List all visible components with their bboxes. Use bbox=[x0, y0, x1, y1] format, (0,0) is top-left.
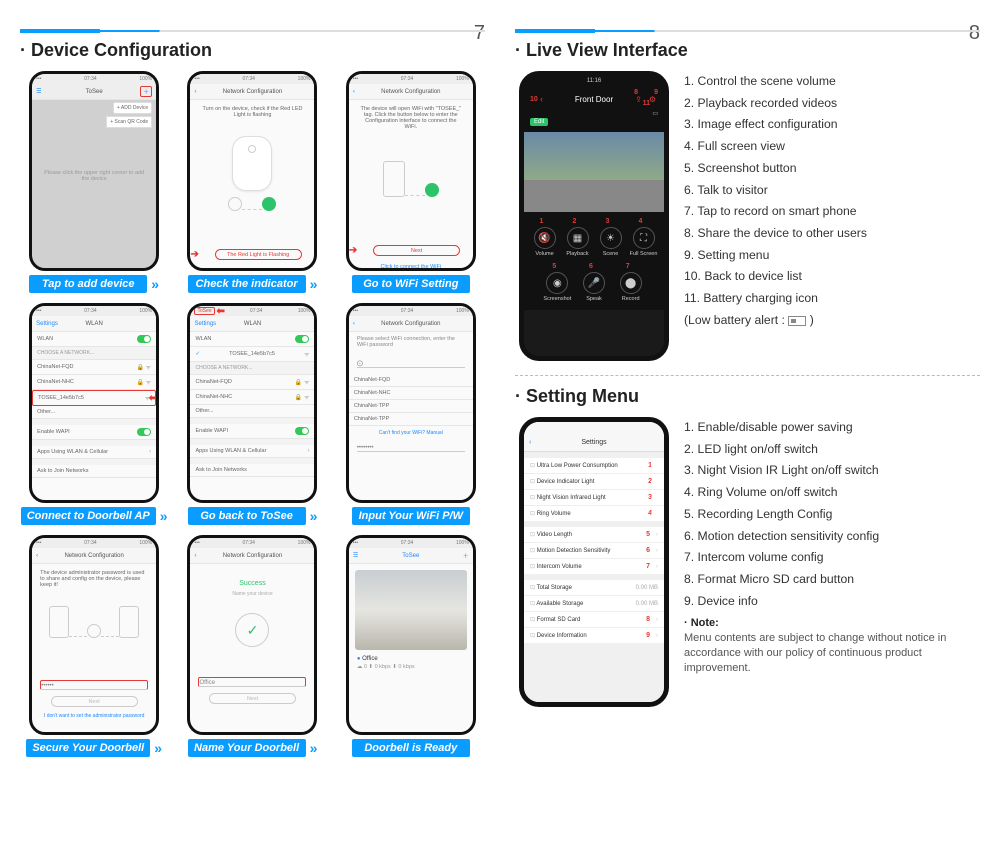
chevron-icon: » bbox=[151, 276, 159, 292]
caption: Name Your Doorbell bbox=[188, 739, 306, 757]
phone-mock: •••07:34100% ‹Network Configuration The … bbox=[346, 71, 476, 271]
live-btn: 1🔇Volume bbox=[530, 218, 559, 257]
step-4: •••07:34100% SettingsWLAN WLAN CHOOSE A … bbox=[20, 303, 168, 525]
list-item: 4. Full screen view bbox=[684, 136, 867, 158]
phone-mock: •••07:34100% ‹Network Configuration Plea… bbox=[346, 303, 476, 503]
list-item: 7. Intercom volume config bbox=[684, 547, 980, 569]
phone-mock: •••07:34100% ☰ToSee＋ ● Office ☁ 0 ⬆ 0 kb… bbox=[346, 535, 476, 735]
phone-mock: •••07:34100% ☰ToSee＋ + ADD Device + Scan… bbox=[29, 71, 159, 271]
settings-row: ⊡ Video Length5› bbox=[524, 527, 664, 543]
phone-mock: •••07:34100% SettingsWLAN WLAN CHOOSE A … bbox=[29, 303, 159, 503]
list-item: 3. Image effect configuration bbox=[684, 114, 867, 136]
caption: Connect to Doorbell AP bbox=[21, 507, 156, 525]
settings-row: ⊡ Intercom Volume7› bbox=[524, 559, 664, 574]
list-item: 2. Playback recorded videos bbox=[684, 93, 867, 115]
live-view-block: 11:16 10 ‹ Front Door 8 9 ⇪ ⚙ 11 Edit▭ 1… bbox=[515, 71, 980, 361]
live-btn: 2▦Playback bbox=[563, 218, 592, 257]
settings-row: ⊡ Night Vision Infrared Light3 bbox=[524, 490, 664, 506]
page-number: 7 bbox=[474, 22, 485, 45]
settings-block: ‹Settings ⊡ Ultra Low Power Consumption1… bbox=[515, 417, 980, 707]
list-item: 5. Recording Length Config bbox=[684, 504, 980, 526]
list-item: 7. Tap to record on smart phone bbox=[684, 201, 867, 223]
section-title: Device Configuration bbox=[20, 40, 485, 61]
list-item: 4. Ring Volume on/off switch bbox=[684, 482, 980, 504]
live-btn: 6🎤Speak bbox=[579, 263, 610, 302]
section-title: Live View Interface bbox=[515, 40, 980, 61]
chevron-icon: » bbox=[310, 276, 318, 292]
list-item: 11. Battery charging icon bbox=[684, 288, 867, 310]
step-7: •••07:34100% ‹Network Configuration The … bbox=[20, 535, 168, 757]
step-3: •••07:34100% ‹Network Configuration The … bbox=[337, 71, 485, 293]
phone-mock: •••07:34100% ‹Network Configuration The … bbox=[29, 535, 159, 735]
live-btn: 5◉Screenshot bbox=[542, 263, 573, 302]
live-btn: 3☀Scene bbox=[596, 218, 625, 257]
phone-live: 11:16 10 ‹ Front Door 8 9 ⇪ ⚙ 11 Edit▭ 1… bbox=[519, 71, 669, 361]
list-item: 2. LED light on/off switch bbox=[684, 439, 980, 461]
step-1: •••07:34100% ☰ToSee＋ + ADD Device + Scan… bbox=[20, 71, 168, 293]
list-item: 1. Enable/disable power saving bbox=[684, 417, 980, 439]
list-item: (Low battery alert : ) bbox=[684, 310, 867, 332]
caption: Go back to ToSee bbox=[188, 507, 306, 525]
list-item: 9. Setting menu bbox=[684, 245, 867, 267]
caption: Doorbell is Ready bbox=[352, 739, 470, 757]
page-8: 8 Live View Interface 11:16 10 ‹ Front D… bbox=[515, 30, 980, 827]
live-btn: 4⛶Full Screen bbox=[629, 218, 658, 257]
phone-mock: ToSee⬅07:34100% SettingsWLAN WLAN ✓ TOSE… bbox=[187, 303, 317, 503]
list-item: 6. Talk to visitor bbox=[684, 180, 867, 202]
list-item: 8. Share the device to other users bbox=[684, 223, 867, 245]
page-7: 7 Device Configuration •••07:34100% ☰ToS… bbox=[20, 30, 485, 827]
step-5: ToSee⬅07:34100% SettingsWLAN WLAN ✓ TOSE… bbox=[178, 303, 326, 525]
chevron-icon: » bbox=[310, 508, 318, 524]
list-item: 3. Night Vision IR Light on/off switch bbox=[684, 460, 980, 482]
battery-low-icon bbox=[788, 316, 806, 326]
step-6: •••07:34100% ‹Network Configuration Plea… bbox=[337, 303, 485, 525]
settings-row: ⊡ Total Storage0.00 MB bbox=[524, 580, 664, 596]
caption: Secure Your Doorbell bbox=[26, 739, 150, 757]
section-title: Setting Menu bbox=[515, 386, 980, 407]
divider bbox=[515, 375, 980, 376]
settings-row: ⊡ Device Information9› bbox=[524, 628, 664, 643]
note: · Note: Menu contents are subject to cha… bbox=[684, 616, 980, 675]
live-list: 1. Control the scene volume2. Playback r… bbox=[684, 71, 867, 361]
page-number: 8 bbox=[969, 22, 980, 45]
settings-row: ⊡ Format SD Card8› bbox=[524, 612, 664, 628]
phone-mock: •••07:34100% ‹Network Configuration Turn… bbox=[187, 71, 317, 271]
caption: Go to WiFi Setting bbox=[352, 275, 470, 293]
step-9: •••07:34100% ☰ToSee＋ ● Office ☁ 0 ⬆ 0 kb… bbox=[337, 535, 485, 757]
settings-row: ⊡ Ultra Low Power Consumption1 bbox=[524, 458, 664, 474]
list-item: 10. Back to device list bbox=[684, 266, 867, 288]
caption: Tap to add device bbox=[29, 275, 147, 293]
step-8: •••07:34100% ‹Network Configuration Succ… bbox=[178, 535, 326, 757]
divider bbox=[515, 30, 980, 32]
phone-settings: ‹Settings ⊡ Ultra Low Power Consumption1… bbox=[519, 417, 669, 707]
live-btn: 7⬤Record bbox=[615, 263, 646, 302]
step-2: •••07:34100% ‹Network Configuration Turn… bbox=[178, 71, 326, 293]
list-item: 5. Screenshot button bbox=[684, 158, 867, 180]
settings-list: 1. Enable/disable power saving2. LED lig… bbox=[684, 417, 980, 612]
chevron-icon: » bbox=[160, 508, 168, 524]
list-item: 6. Motion detection sensitivity config bbox=[684, 526, 980, 548]
list-item: 8. Format Micro SD card button bbox=[684, 569, 980, 591]
phone-grid: •••07:34100% ☰ToSee＋ + ADD Device + Scan… bbox=[20, 71, 485, 757]
settings-row: ⊡ Device Indicator Light2 bbox=[524, 474, 664, 490]
settings-row: ⊡ Ring Volume4 bbox=[524, 506, 664, 521]
chevron-icon: » bbox=[154, 740, 162, 756]
divider bbox=[20, 30, 485, 32]
caption: Check the indicator bbox=[188, 275, 306, 293]
chevron-icon: » bbox=[310, 740, 318, 756]
settings-row: ⊡ Available Storage0.00 MB bbox=[524, 596, 664, 612]
settings-row: ⊡ Motion Detection Sensitivity6› bbox=[524, 543, 664, 559]
phone-mock: •••07:34100% ‹Network Configuration Succ… bbox=[187, 535, 317, 735]
list-item: 9. Device info bbox=[684, 591, 980, 613]
list-item: 1. Control the scene volume bbox=[684, 71, 867, 93]
caption: Input Your WiFi P/W bbox=[352, 507, 470, 525]
